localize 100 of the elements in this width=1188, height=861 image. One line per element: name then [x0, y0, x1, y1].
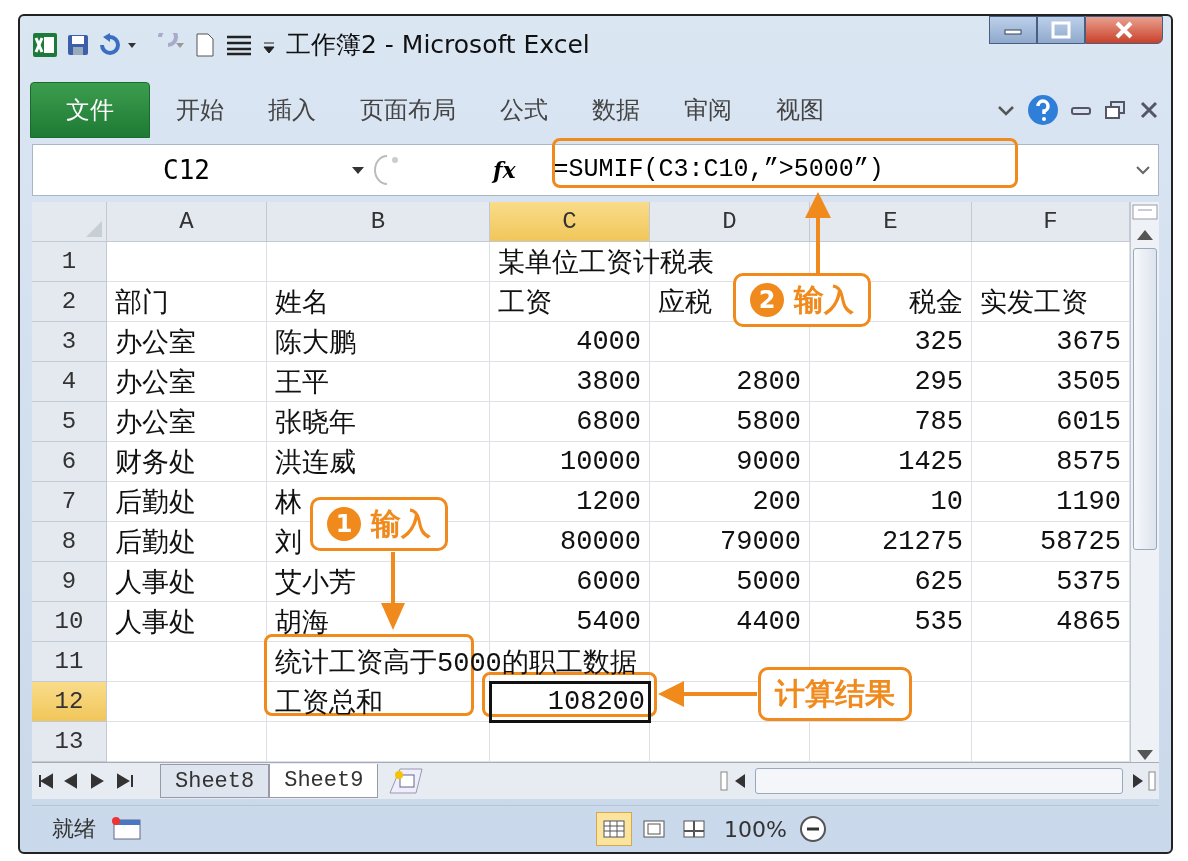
step-number: 1 — [327, 507, 361, 541]
table-cell-text: 6015 — [1055, 406, 1122, 437]
table-cell-text: 4000 — [575, 326, 642, 357]
column-header[interactable]: A — [107, 201, 267, 242]
row-header[interactable]: 9 — [32, 561, 107, 602]
row-header[interactable]: 12 — [32, 681, 107, 722]
table-cell-text: 6800 — [575, 406, 642, 437]
active-cell[interactable]: 108200 — [490, 681, 650, 722]
table-cell-text: 1200 — [575, 486, 642, 517]
page-icon — [642, 819, 667, 839]
scroll-thumb[interactable] — [755, 768, 1123, 795]
table-cell-text: 某单位工资计税表 — [497, 247, 715, 280]
vertical-scrollbar[interactable] — [1130, 201, 1159, 763]
table-cell-text: 58725 — [1039, 526, 1122, 557]
undo-icon[interactable] — [98, 32, 138, 57]
zoom-level[interactable]: 100% — [724, 816, 787, 842]
table-cell-text: 胡海 — [274, 607, 330, 640]
maximize-button[interactable] — [1037, 16, 1085, 44]
table-cell-text: 5375 — [1055, 566, 1122, 597]
table-cell-text: 应税 — [657, 287, 713, 320]
table-cell-text: 人事处 — [114, 567, 197, 600]
name-box[interactable]: C12 — [33, 144, 373, 195]
row-header[interactable]: 1 — [32, 241, 107, 282]
table-cell-text: 实发工资 — [979, 287, 1089, 320]
callout-text: 输入 — [371, 504, 431, 543]
table-cell-text: 10000 — [559, 446, 642, 477]
callout-text: 计算结果 — [775, 674, 895, 713]
table-cell-text: 79000 — [719, 526, 802, 557]
table-cell-text: 535 — [913, 606, 964, 637]
row-header[interactable]: 3 — [32, 321, 107, 362]
table-cell-text: 张晓年 — [274, 407, 357, 440]
table-cell-text: 办公室 — [114, 327, 197, 360]
table-cell-text: 6000 — [575, 566, 642, 597]
restore-icon[interactable] — [1103, 98, 1127, 121]
table-cell-text: 洪连威 — [274, 447, 357, 480]
status-text: 就绪 — [52, 815, 96, 843]
minimize-button[interactable] — [989, 16, 1037, 44]
sheet-tab[interactable]: Sheet8 — [160, 764, 270, 799]
table-cell-text: 625 — [913, 566, 964, 597]
table-cell-text: 8575 — [1055, 446, 1122, 477]
dropdown-caret-icon[interactable] — [351, 164, 365, 175]
close-icon — [1113, 21, 1135, 39]
row-header[interactable]: 2 — [32, 281, 107, 322]
table-cell-text: 财务处 — [114, 447, 197, 480]
row-header[interactable]: 13 — [32, 721, 107, 762]
ribbon-tab[interactable]: 公式 — [480, 85, 568, 134]
row-header[interactable]: 4 — [32, 361, 107, 402]
horizontal-scrollbar[interactable] — [719, 768, 1159, 795]
save-icon[interactable] — [66, 32, 90, 57]
ribbon-tab[interactable]: 开始 — [156, 85, 244, 134]
row-header[interactable]: 8 — [32, 521, 107, 562]
table-cell-text: 艾小芳 — [274, 567, 357, 600]
row-header[interactable]: 11 — [32, 641, 107, 682]
table-cell-text: 后勤处 — [114, 487, 197, 520]
ribbon-tab[interactable]: 审阅 — [664, 85, 752, 134]
grid-icon — [602, 819, 627, 839]
window-title: 工作簿2 - Microsoft Excel — [286, 29, 590, 62]
zoom-out-icon[interactable] — [799, 815, 827, 843]
ribbon-tab[interactable]: 数据 — [572, 85, 660, 134]
column-header[interactable]: C — [490, 201, 650, 242]
table-cell-text: 部门 — [114, 287, 170, 320]
maximize-icon — [1051, 21, 1071, 39]
table-cell-text: 1190 — [1055, 486, 1122, 517]
table-cell-text: 2800 — [735, 366, 802, 397]
step-number: 2 — [750, 283, 784, 317]
column-header[interactable]: B — [267, 201, 490, 242]
row-header[interactable]: 6 — [32, 441, 107, 482]
table-cell-text: 21275 — [881, 526, 964, 557]
column-header[interactable]: E — [810, 201, 972, 242]
scroll-thumb[interactable] — [1133, 247, 1157, 550]
normal-view-button[interactable] — [596, 812, 633, 846]
sheet-tab[interactable]: Sheet9 — [269, 764, 379, 799]
row-header[interactable]: 5 — [32, 401, 107, 442]
table-cell-text: 林 — [274, 487, 303, 520]
excel-logo-icon[interactable] — [32, 31, 58, 58]
table-cell-text: 9000 — [735, 446, 802, 477]
table-cell-text: 325 — [913, 326, 964, 357]
help-icon[interactable] — [1027, 93, 1059, 126]
table-cell-text: 4865 — [1055, 606, 1122, 637]
table-cell-text: 3675 — [1055, 326, 1122, 357]
page-break-icon — [682, 819, 707, 839]
ribbon-tab[interactable]: 页面布局 — [340, 85, 476, 134]
table-cell-text: 1425 — [897, 446, 964, 477]
row-header[interactable]: 10 — [32, 601, 107, 642]
close-button[interactable] — [1085, 16, 1163, 44]
row-header[interactable]: 7 — [32, 481, 107, 522]
table-cell-text: 王平 — [274, 367, 330, 400]
column-header[interactable]: F — [972, 201, 1130, 242]
ribbon-tab[interactable]: 插入 — [248, 85, 336, 134]
table-cell-text: 80000 — [559, 526, 642, 557]
table-cell-text: 税金 — [908, 287, 964, 320]
new-document-icon[interactable] — [194, 31, 216, 58]
insert-function-label[interactable]: fx — [493, 156, 516, 183]
ribbon-tab[interactable]: 视图 — [756, 85, 844, 134]
table-cell-text: 295 — [913, 366, 964, 397]
table-cell-text: 785 — [913, 406, 964, 437]
column-header[interactable]: D — [650, 201, 810, 242]
callout-text: 输入 — [794, 280, 854, 319]
formula-field[interactable]: =SUMIF(C3:C10,”>5000”) — [529, 155, 1128, 185]
file-tab[interactable]: 文件 — [30, 81, 150, 138]
